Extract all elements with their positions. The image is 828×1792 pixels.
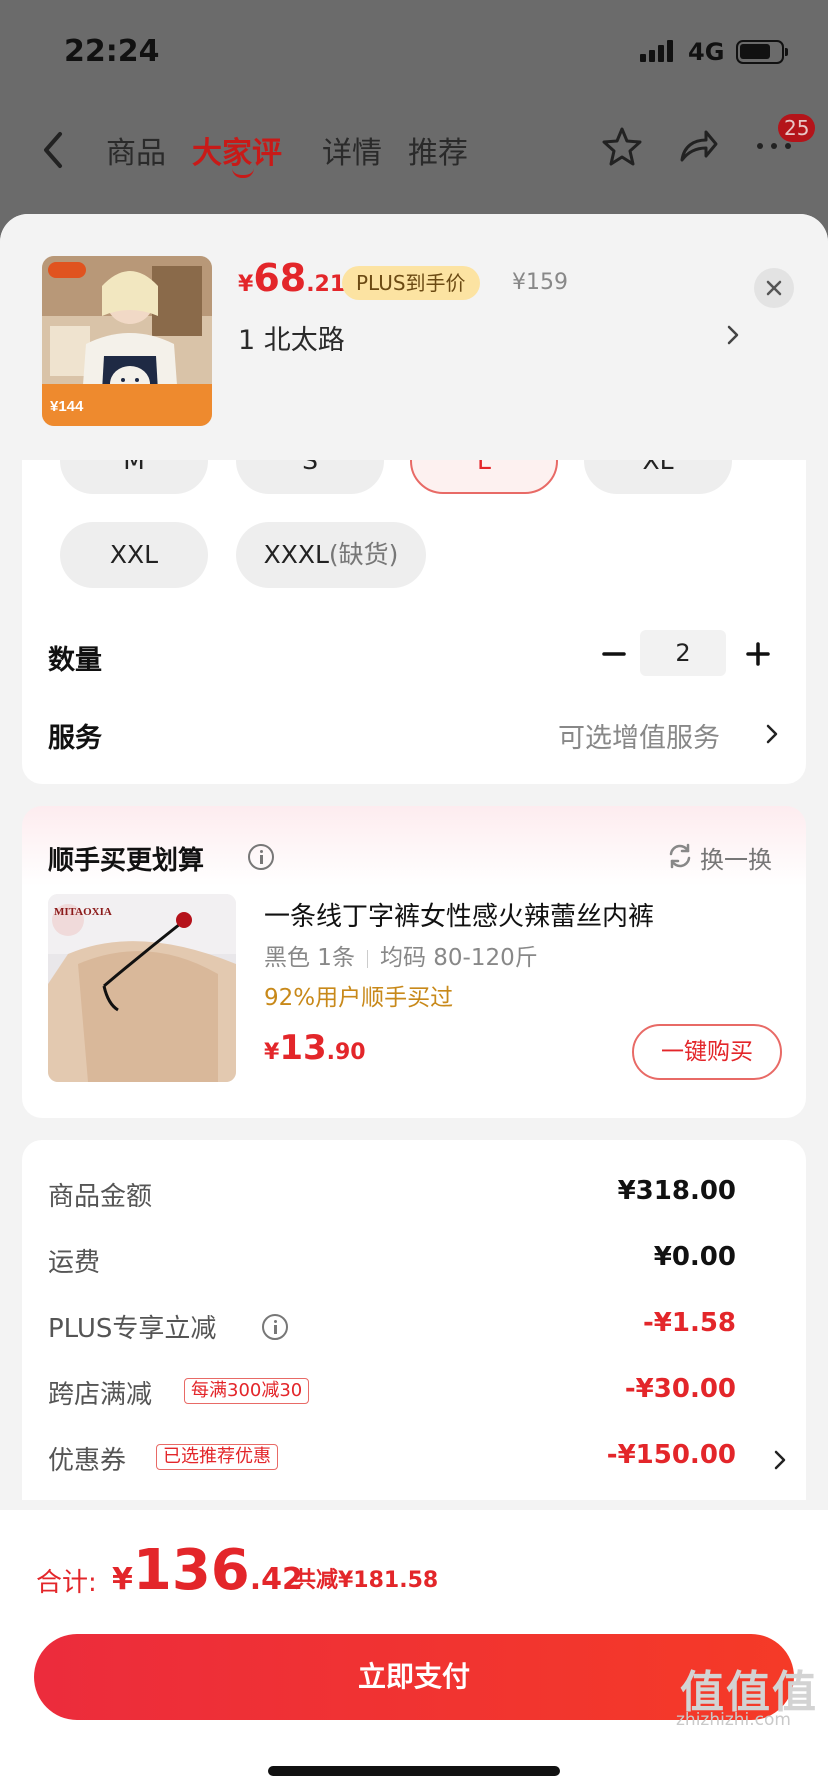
status-time: 22:24	[64, 34, 160, 69]
product-nav-bar: 商品 大家评 详情 推荐 25	[0, 110, 828, 190]
addon-product-name[interactable]: 一条线丁字裤女性感火辣蕾丝内裤	[264, 896, 654, 933]
share-icon[interactable]	[676, 124, 720, 168]
plus-icon[interactable]	[738, 634, 778, 674]
summary-row-crossstore: 跨店满减 每满300减30 -¥30.00	[48, 1374, 736, 1410]
refresh-icon[interactable]	[666, 842, 694, 870]
info-icon[interactable]	[262, 1314, 288, 1340]
product-thumbnail: ¥144	[42, 256, 212, 426]
tab-reviews[interactable]: 大家评	[192, 128, 282, 172]
sheet-header: ¥144 ¥68.21 PLUS到手价 ¥159 1 北太路	[0, 214, 828, 460]
total-saved: 共减¥181.58	[294, 1568, 439, 1593]
service-value[interactable]: 可选增值服务	[558, 716, 720, 755]
product-price: ¥68.21	[238, 256, 346, 300]
thumb-sticker-price: ¥144	[50, 398, 84, 415]
original-price: ¥159	[512, 270, 568, 295]
checkout-bar: 合计: ¥136.42 共减¥181.58 立即支付	[0, 1510, 828, 1792]
addon-product-image[interactable]: MITAOXIA	[48, 894, 236, 1082]
signal-icon	[640, 40, 673, 62]
star-icon[interactable]	[600, 124, 644, 168]
purchase-sheet: ¥144 ¥68.21 PLUS到手价 ¥159 1 北太路 M S L XL …	[0, 214, 828, 1792]
addon-product-spec: 黑色 1条 均码 80-120斤	[264, 945, 538, 971]
tab-recommend[interactable]: 推荐	[408, 128, 468, 172]
summary-row-plus: PLUS专享立减 -¥1.58	[48, 1308, 736, 1344]
battery-icon	[736, 40, 788, 64]
chevron-right-icon	[774, 1450, 786, 1470]
network-label: 4G	[688, 38, 725, 66]
recommend-title: 顺手买更划算	[48, 846, 205, 876]
price-summary-card: 商品金额 ¥318.00 运费 ¥0.00 PLUS专享立减 -¥1.58 跨店…	[22, 1140, 806, 1500]
quantity-label: 数量	[48, 645, 102, 676]
close-icon	[766, 280, 782, 296]
summary-row-goods: 商品金额 ¥318.00	[48, 1176, 736, 1212]
coupon-tag: 已选推荐优惠	[156, 1444, 278, 1470]
active-tab-indicator	[232, 168, 254, 178]
plus-price-tag: PLUS到手价	[342, 266, 480, 300]
tab-details[interactable]: 详情	[322, 128, 382, 172]
addon-buy-rate: 92%用户顺手买过	[264, 985, 454, 1011]
back-icon[interactable]	[36, 126, 72, 174]
total-amount: ¥136.42	[112, 1538, 303, 1603]
summary-row-shipping: 运费 ¥0.00	[48, 1242, 736, 1278]
info-icon[interactable]	[248, 844, 274, 870]
refresh-button[interactable]: 换一换	[700, 840, 772, 875]
addon-price: ¥13.90	[264, 1028, 366, 1068]
size-option-xxxl[interactable]: XXXL(缺货)	[236, 522, 426, 588]
crossstore-tag: 每满300减30	[184, 1378, 310, 1404]
status-bar: 22:24 4G	[0, 0, 828, 100]
addon-recommend-card: 顺手买更划算 换一换 MITAOXIA 一条线丁字裤女性感火辣蕾丝内裤 黑色 1…	[22, 806, 806, 1118]
watermark-site: zhizhizhi.com	[676, 1710, 791, 1730]
tab-goods[interactable]: 商品	[106, 128, 166, 172]
summary-row-coupon[interactable]: 优惠券 已选推荐优惠 -¥150.00	[48, 1440, 788, 1480]
delivery-address[interactable]: 1 北太路	[238, 318, 345, 357]
addon-image-brand: MITAOXIA	[54, 906, 112, 918]
minus-icon[interactable]	[594, 634, 634, 674]
close-button[interactable]	[754, 268, 794, 308]
size-option-xxl[interactable]: XXL	[60, 522, 208, 588]
chevron-right-icon	[727, 325, 739, 345]
home-indicator	[268, 1766, 560, 1776]
chevron-right-icon	[766, 724, 778, 744]
service-label: 服务	[48, 723, 102, 754]
total-label: 合计:	[36, 1568, 97, 1598]
one-click-buy-button[interactable]: 一键购买	[632, 1024, 782, 1080]
quantity-input[interactable]: 2	[640, 630, 726, 676]
notification-badge: 25	[778, 114, 816, 142]
